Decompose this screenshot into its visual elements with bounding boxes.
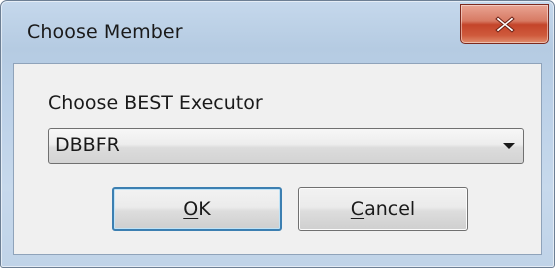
dialog-content: Choose BEST Executor DBBFR OK Cancel [13,63,542,255]
executor-selected-value: DBBFR [55,134,120,156]
executor-label: Choose BEST Executor [48,92,263,114]
chevron-down-icon[interactable] [503,143,515,149]
ok-button[interactable]: OK [112,187,282,231]
close-button[interactable] [460,4,549,44]
executor-dropdown[interactable]: DBBFR [48,128,524,164]
cancel-button[interactable]: Cancel [298,187,468,231]
window-title: Choose Member [27,21,183,43]
ok-button-label-rest: K [198,198,211,220]
ok-button-access-key: O [183,198,199,220]
cancel-button-access-key: C [350,198,365,220]
close-icon [494,16,515,33]
cancel-button-label-rest: ancel [364,198,416,220]
dialog-window: Choose Member Choose BEST Executor DBBFR… [0,0,555,268]
